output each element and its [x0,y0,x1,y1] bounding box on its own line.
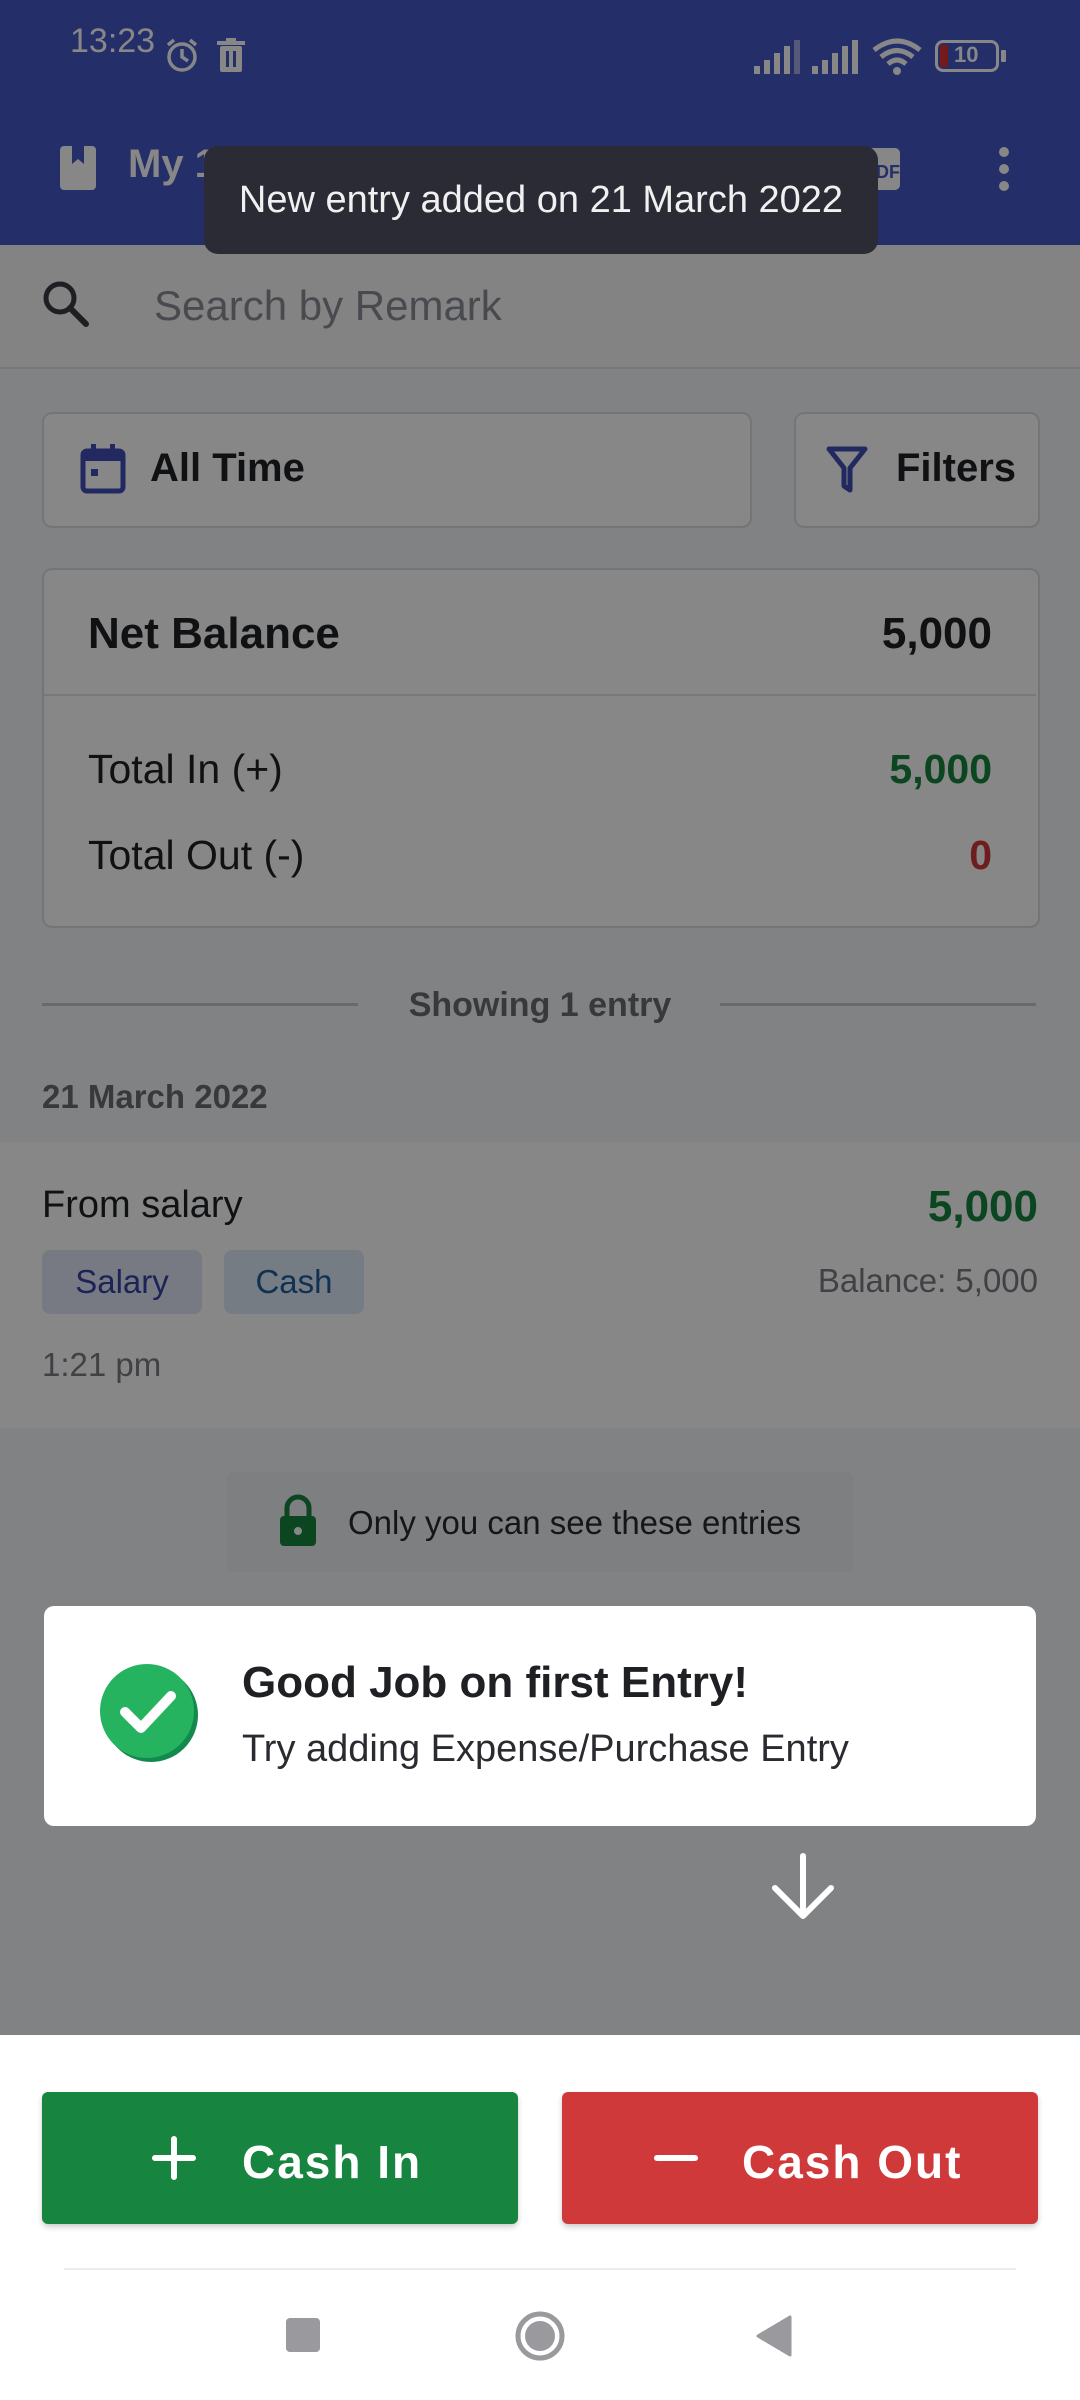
cash-in-label: Cash In [242,2136,423,2188]
plus-icon [152,2136,196,2180]
tip-card: Good Job on first Entry! Try adding Expe… [44,1606,1036,1826]
minus-icon [654,2155,698,2161]
back-nav-icon[interactable] [754,2314,794,2358]
recents-nav-icon[interactable] [284,2316,322,2354]
tip-title: Good Job on first Entry! [242,1658,748,1707]
check-circle-icon [100,1664,198,1762]
cash-out-label: Cash Out [742,2136,963,2188]
toast-message: New entry added on 21 March 2022 [204,146,878,254]
cash-out-button[interactable]: Cash Out [562,2092,1038,2224]
nav-divider [64,2268,1016,2270]
arrow-down-icon [772,1853,834,1919]
cash-in-button[interactable]: Cash In [42,2092,518,2224]
tip-subtitle: Try adding Expense/Purchase Entry [242,1728,849,1770]
home-nav-icon[interactable] [514,2310,566,2362]
